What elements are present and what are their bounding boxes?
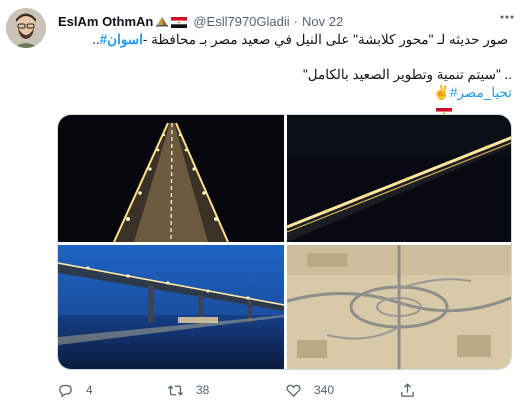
- retweet-button[interactable]: 38: [167, 382, 285, 399]
- tweet-text-end: ..: [88, 32, 100, 47]
- tweet-date[interactable]: Nov 22: [302, 14, 343, 29]
- author-handle[interactable]: @Esll7970Gladii: [193, 14, 289, 29]
- tweet-line-2: "سيتم تنمية وتطوير الصعيد بالكامل" ..: [58, 66, 512, 84]
- more-icon[interactable]: [496, 6, 518, 28]
- hashtag-long-live-egypt[interactable]: #تحيا_مصر: [450, 84, 512, 102]
- like-count: 340: [314, 383, 335, 397]
- reply-icon: [59, 384, 72, 397]
- egypt-flag-icon: [413, 88, 452, 119]
- share-icon: [401, 382, 414, 397]
- avatar[interactable]: [6, 8, 46, 48]
- like-icon: [286, 384, 301, 397]
- hashtag-aswan[interactable]: #اسوان: [100, 31, 143, 49]
- like-button[interactable]: 340: [285, 382, 399, 399]
- egypt-flag-icon: [171, 16, 188, 28]
- tweet-line-1: .. #اسوان - صور حديثه لـ "محور كلابشة" ع…: [58, 31, 512, 49]
- pyramid-badge-icon: [156, 15, 169, 27]
- tweet-text: .. #اسوان - صور حديثه لـ "محور كلابشة" ع…: [58, 31, 512, 49]
- share-button[interactable]: [399, 382, 416, 399]
- reply-count: 4: [86, 383, 93, 397]
- author-name[interactable]: EslAm OthmAn: [58, 14, 153, 29]
- reply-button[interactable]: 4: [57, 382, 167, 399]
- tweet-quote: "سيتم تنمية وتطوير الصعيد بالكامل" .. ✌️…: [58, 66, 512, 119]
- media-image-3[interactable]: [58, 245, 284, 369]
- separator-dot: ·: [293, 13, 298, 29]
- retweet-icon: [167, 384, 184, 396]
- media-image-2[interactable]: [287, 115, 511, 242]
- tweet-line-3: ✌️ #تحيا_مصر: [58, 84, 512, 119]
- media-grid[interactable]: [57, 114, 512, 370]
- retweet-count: 38: [196, 383, 210, 397]
- media-image-4[interactable]: [287, 245, 511, 369]
- tweet-quote-text: "سيتم تنمية وتطوير الصعيد بالكامل" ..: [302, 67, 512, 82]
- tweet-actions: 4 38 340: [57, 380, 457, 400]
- media-image-1[interactable]: [58, 115, 284, 242]
- tweet-header: EslAm OthmAn @Esll7970Gladii · Nov 22: [58, 12, 518, 30]
- victory-hand-icon: ✌️: [433, 85, 450, 100]
- tweet-text-start: - صور حديثه لـ "محور كلابشة" على النيل ف…: [142, 32, 512, 47]
